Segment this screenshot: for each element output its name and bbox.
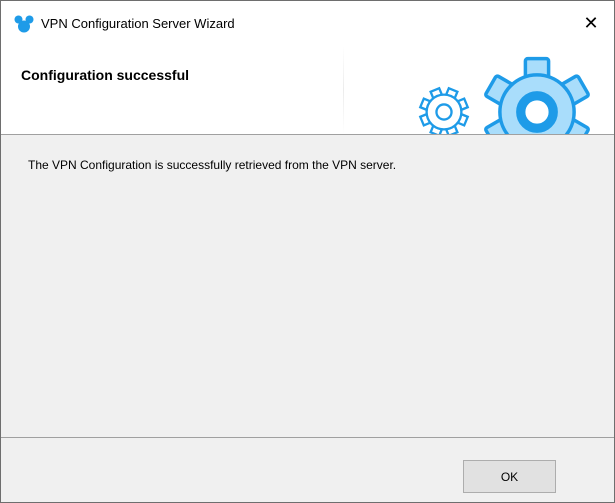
mickey-mouse-icon [14, 15, 34, 33]
gear-icon [484, 56, 590, 134]
gear-icon [418, 86, 470, 134]
close-icon: ✕ [583, 13, 599, 33]
header-divider [343, 46, 344, 134]
page-title: Configuration successful [21, 67, 190, 83]
status-message: The VPN Configuration is successfully re… [28, 158, 397, 172]
footer-divider [1, 437, 614, 438]
content-area: The VPN Configuration is successfully re… [1, 135, 614, 437]
ok-button[interactable]: OK [463, 460, 556, 493]
wizard-window: VPN Configuration Server Wizard ✕ Config… [0, 0, 615, 503]
title-bar: VPN Configuration Server Wizard ✕ [1, 1, 614, 46]
window-title: VPN Configuration Server Wizard [41, 16, 235, 31]
wizard-header: Configuration successful [1, 46, 614, 135]
close-button[interactable]: ✕ [568, 1, 614, 46]
